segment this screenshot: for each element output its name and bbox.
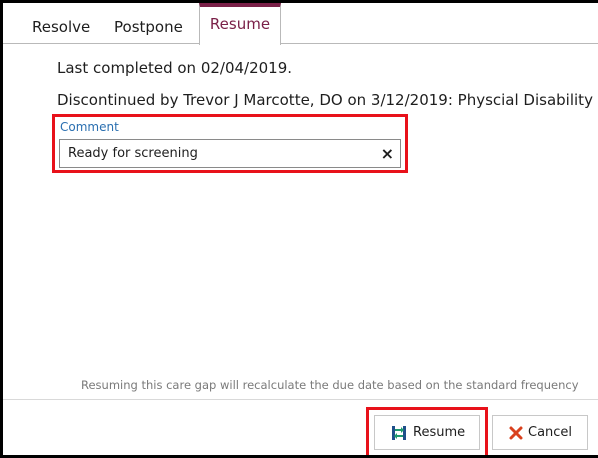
clear-icon[interactable]: × xyxy=(381,142,394,166)
cancel-button-label: Cancel xyxy=(528,425,573,440)
comment-input[interactable] xyxy=(60,140,378,167)
comment-field-container: × xyxy=(59,139,401,168)
resume-button-label: Resume xyxy=(413,425,466,440)
tab-resolve[interactable]: Resolve xyxy=(32,3,90,44)
care-gap-dialog: Resolve Postpone Resume Last completed o… xyxy=(0,0,598,458)
resume-arrows-icon xyxy=(392,426,406,440)
discontinued-text: Discontinued by Trevor J Marcotte, DO on… xyxy=(57,91,593,109)
tab-resume[interactable]: Resume xyxy=(199,3,281,45)
last-completed-text: Last completed on 02/04/2019. xyxy=(57,59,293,77)
tab-postpone[interactable]: Postpone xyxy=(114,3,183,44)
x-icon xyxy=(509,426,523,440)
comment-label: Comment xyxy=(60,120,119,134)
footer-divider xyxy=(3,399,598,400)
recalculate-note: Resuming this care gap will recalculate … xyxy=(81,378,579,392)
tab-bar: Resolve Postpone Resume xyxy=(3,3,598,45)
cancel-button[interactable]: Cancel xyxy=(492,415,588,450)
resume-button[interactable]: Resume xyxy=(374,415,480,450)
